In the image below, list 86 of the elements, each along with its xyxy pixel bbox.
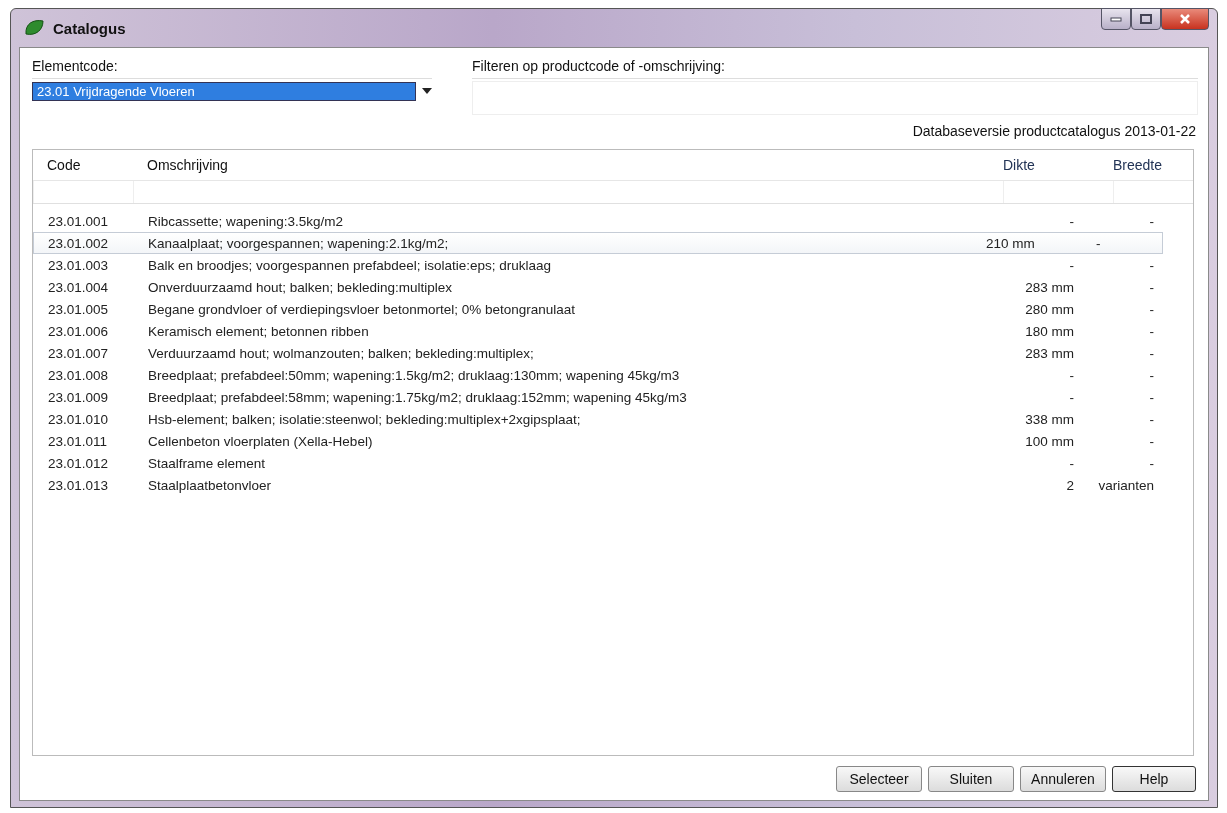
dropdown-arrow-icon[interactable] (422, 88, 432, 94)
code-cell-text: 23.01.003 (47, 257, 110, 273)
table-row[interactable]: 23.01.002 Kanaalplaat; voorgespannen; wapening:2.1kg/m2; 210 mm - (33, 232, 1163, 254)
thickness-cell-text: 283 mm (1024, 279, 1075, 295)
elementcode-dropdown[interactable]: 23.01 Vrijdragende Vloeren (32, 81, 416, 101)
elementcode-label: Elementcode: (32, 58, 432, 79)
close-button[interactable] (1161, 8, 1209, 30)
database-version: Databaseversie productcatalogus 2013-01-22 (912, 123, 1196, 139)
code-cell-text: 23.01.001 (47, 213, 110, 229)
dialog-button[interactable]: Help (1112, 766, 1196, 792)
code-cell-text: 23.01.007 (47, 345, 110, 361)
width-cell-text: - (1095, 235, 1102, 251)
column-header[interactable]: Dikte (1003, 157, 1113, 173)
thickness-cell-text: - (1068, 213, 1075, 229)
leaf-icon (23, 18, 45, 38)
table-row[interactable]: 23.01.012 Staalframe element - - (33, 452, 1163, 474)
thickness-cell-text: - (1068, 257, 1075, 273)
table-row[interactable]: 23.01.010 Hsb-element; balken; isolatie:steenwol; bekleding:multiplex+2xgipsplaat; 338 mm - (33, 408, 1163, 430)
table-row[interactable]: 23.01.004 Onverduurzaamd hout; balken; bekleding:multiplex 283 mm - (33, 276, 1163, 298)
width-cell-text: - (1148, 433, 1155, 449)
dialog-button[interactable]: Sluiten (928, 766, 1014, 792)
description-cell-text: Staalplaatbetonvloer (147, 477, 273, 493)
width-cell-text: - (1148, 455, 1155, 471)
dialog-button[interactable]: Selecteer (836, 766, 922, 792)
thickness-cell-text: 280 mm (1024, 301, 1075, 317)
description-cell-text: Begane grondvloer of verdiepingsvloer betonmortel; 0% betongranulaat (147, 301, 577, 317)
table-row[interactable]: 23.01.008 Breedplaat; prefabdeel:50mm; wapening:1.5kg/m2; druklaag:130mm; wapening 45kg/m3 - - (33, 364, 1163, 386)
width-cell-text: - (1148, 389, 1155, 405)
thickness-cell-text: 283 mm (1024, 345, 1075, 361)
table-row[interactable]: 23.01.001 Ribcassette; wapening:3.5kg/m2 - - (33, 210, 1163, 232)
description-cell-text: Keramisch element; betonnen ribben (147, 323, 370, 339)
table-row[interactable]: 23.01.011 Cellenbeton vloerplaten (Xella-Hebel) 100 mm - (33, 430, 1163, 452)
width-cell-text: - (1148, 279, 1155, 295)
dialog-button[interactable]: Annuleren (1020, 766, 1106, 792)
width-cell-text: varianten (1097, 477, 1155, 493)
thickness-cell-text: - (1068, 389, 1075, 405)
maximize-icon (1140, 14, 1152, 24)
description-cell-text: Hsb-element; balken; isolatie:steenwol; bekleding:multiplex+2xgipsplaat; (147, 411, 582, 427)
code-cell-text: 23.01.008 (47, 367, 110, 383)
minimize-button[interactable] (1101, 8, 1131, 30)
description-cell-text: Breedplaat; prefabdeel:50mm; wapening:1.5kg/m2; druklaag:130mm; wapening 45kg/m3 (147, 367, 681, 383)
description-cell-text: Onverduurzaamd hout; balken; bekleding:multiplex (147, 279, 453, 295)
description-cell-text: Cellenbeton vloerplaten (Xella-Hebel) (147, 433, 374, 449)
width-cell-text: - (1148, 411, 1155, 427)
width-cell-text: - (1148, 301, 1155, 317)
code-cell-text: 23.01.009 (47, 389, 110, 405)
column-header[interactable]: Omschrijving (133, 157, 1003, 173)
description-cell-text: Balk en broodjes; voorgespannen prefabdeel; isolatie:eps; druklaag (147, 257, 553, 273)
thickness-cell-text: 2 (1065, 477, 1075, 493)
minimize-icon (1110, 16, 1122, 22)
maximize-button[interactable] (1131, 8, 1161, 30)
close-icon (1179, 13, 1191, 25)
description-cell-text: Kanaalplaat; voorgespannen; wapening:2.1kg/m2; (147, 235, 450, 251)
description-cell-text: Verduurzaamd hout; wolmanzouten; balken; bekleding:multiplex; (147, 345, 535, 361)
code-cell-text: 23.01.010 (47, 411, 110, 427)
code-cell-text: 23.01.012 (47, 455, 110, 471)
width-cell-text: - (1148, 257, 1155, 273)
table-row[interactable]: 23.01.007 Verduurzaamd hout; wolmanzouten; balken; bekleding:multiplex; 283 mm - (33, 342, 1163, 364)
code-cell-text: 23.01.005 (47, 301, 110, 317)
table-row[interactable]: 23.01.013 Staalplaatbetonvloer 2 varianten (33, 474, 1163, 496)
description-cell-text: Breedplaat; prefabdeel:58mm; wapening:1.75kg/m2; druklaag:152mm; wapening 45kg/m3 (147, 389, 688, 405)
table-row[interactable]: 23.01.006 Keramisch element; betonnen ribben 180 mm - (33, 320, 1163, 342)
window-title: Catalogus (53, 19, 127, 37)
code-cell-text: 23.01.002 (47, 235, 110, 251)
thickness-cell-text: - (1068, 367, 1075, 383)
description-cell-text: Ribcassette; wapening:3.5kg/m2 (147, 213, 345, 229)
code-cell-text: 23.01.004 (47, 279, 110, 295)
code-cell-text: 23.01.011 (47, 433, 109, 449)
code-cell-text: 23.01.006 (47, 323, 110, 339)
table-row[interactable]: 23.01.009 Breedplaat; prefabdeel:58mm; wapening:1.75kg/m2; druklaag:152mm; wapening 45kg/m3 - - (33, 386, 1163, 408)
filter-label: Filteren op productcode of -omschrijving: (472, 58, 1198, 79)
width-cell-text: - (1148, 367, 1155, 383)
width-cell-text: - (1148, 323, 1155, 339)
code-cell-text: 23.01.013 (47, 477, 110, 493)
thickness-cell-text: 210 mm (985, 235, 1036, 251)
thickness-cell-text: - (1068, 455, 1075, 471)
table-row[interactable]: 23.01.003 Balk en broodjes; voorgespannen prefabdeel; isolatie:eps; druklaag - - (33, 254, 1163, 276)
width-cell-text: - (1148, 345, 1155, 361)
table-row[interactable]: 23.01.005 Begane grondvloer of verdiepingsvloer betonmortel; 0% betongranulaat 280 mm - (33, 298, 1163, 320)
column-header[interactable]: Breedte (1113, 157, 1193, 173)
width-cell-text: - (1148, 213, 1155, 229)
column-header[interactable]: Code (33, 157, 133, 173)
thickness-cell-text: 100 mm (1024, 433, 1075, 449)
thickness-cell-text: 180 mm (1024, 323, 1075, 339)
thickness-cell-text: 338 mm (1024, 411, 1075, 427)
description-cell-text: Staalframe element (147, 455, 267, 471)
